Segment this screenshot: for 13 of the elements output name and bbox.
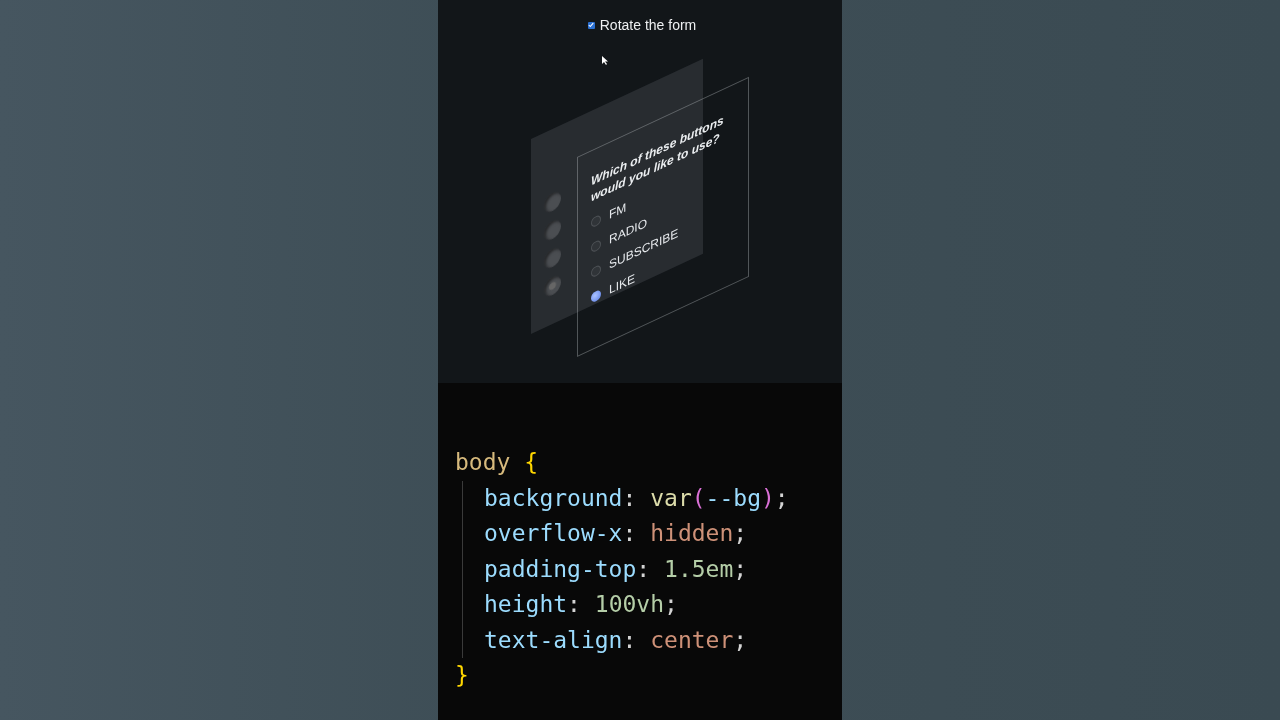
code-line: body { [455, 448, 539, 477]
option-label[interactable]: FM [609, 200, 627, 223]
code-line: } [455, 661, 469, 690]
code-line: background: var(--bg); [484, 483, 789, 513]
code-line: text-align: center; [484, 625, 748, 655]
radio-button[interactable] [591, 288, 601, 304]
checkbox-label[interactable]: Rotate the form [599, 17, 697, 33]
code-line: height: 100vh; [484, 590, 678, 619]
option-label[interactable]: LIKE [609, 270, 635, 298]
pointer-icon [602, 56, 608, 65]
code-line: padding-top: 1.5em; [484, 554, 748, 584]
code-line: overflow-x: hidden; [484, 519, 748, 548]
checkbox[interactable] [587, 21, 595, 29]
